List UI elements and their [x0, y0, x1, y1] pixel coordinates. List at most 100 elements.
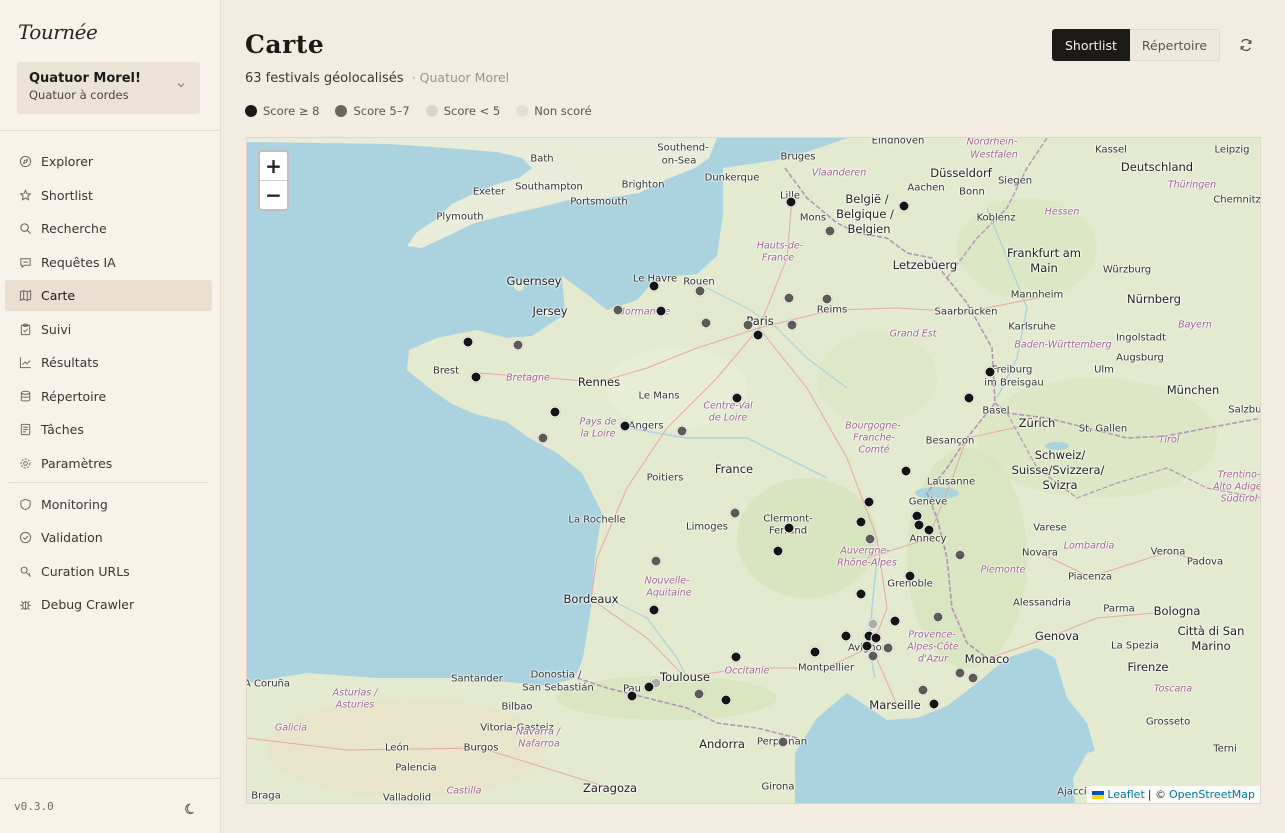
festival-marker[interactable] — [898, 200, 910, 212]
toggle-repertoire-button[interactable]: Répertoire — [1129, 29, 1221, 61]
festival-marker[interactable] — [786, 319, 798, 331]
festival-marker[interactable] — [917, 684, 929, 696]
festival-marker[interactable] — [700, 317, 712, 329]
check-circle-icon — [17, 530, 33, 546]
festival-marker[interactable] — [928, 698, 940, 710]
festival-marker[interactable] — [752, 329, 764, 341]
festival-map[interactable]: Bath Southend-on-Sea Bruges Eindhoven Kassel… — [246, 137, 1261, 804]
festival-marker[interactable] — [783, 292, 795, 304]
map-place-label: on-Sea — [661, 155, 697, 167]
sidebar-item-shortlist[interactable]: Shortlist — [5, 180, 212, 211]
festival-marker[interactable] — [537, 432, 549, 444]
ensemble-selector[interactable]: Quatuor Morel! Quatuor à cordes — [17, 62, 200, 114]
festival-marker[interactable] — [932, 611, 944, 623]
festival-marker[interactable] — [967, 672, 979, 684]
festival-marker[interactable] — [626, 690, 638, 702]
festival-marker[interactable] — [809, 646, 821, 658]
festival-marker[interactable] — [783, 522, 795, 534]
festival-marker[interactable] — [655, 305, 667, 317]
map-place-label: Deutschland — [1120, 160, 1194, 174]
festival-marker[interactable] — [512, 339, 524, 351]
festival-marker[interactable] — [882, 642, 894, 654]
map-place-label: Thüringen — [1167, 179, 1217, 191]
map-place-label: La Spezia — [1111, 640, 1159, 652]
map-place-label: Lausanne — [926, 476, 976, 488]
moon-icon[interactable] — [184, 801, 198, 815]
festival-marker[interactable] — [867, 650, 879, 662]
sidebar-item-monitoring[interactable]: Monitoring — [5, 489, 212, 520]
festival-marker[interactable] — [867, 618, 879, 630]
sidebar-item-recherche[interactable]: Recherche — [5, 213, 212, 244]
festival-marker[interactable] — [720, 694, 732, 706]
festival-marker[interactable] — [855, 516, 867, 528]
osm-link[interactable]: OpenStreetMap — [1169, 788, 1255, 801]
sidebar-item-repertoire[interactable]: Répertoire — [5, 381, 212, 412]
sidebar-item-requetes-ia[interactable]: Requêtes IA — [5, 247, 212, 278]
festival-marker[interactable] — [855, 588, 867, 600]
festival-marker[interactable] — [889, 615, 901, 627]
sidebar-item-parametres[interactable]: Paramètres — [5, 448, 212, 479]
sidebar-item-resultats[interactable]: Résultats — [5, 347, 212, 378]
sidebar-item-validation[interactable]: Validation — [5, 522, 212, 553]
toggle-shortlist-button[interactable]: Shortlist — [1052, 29, 1130, 61]
festival-marker[interactable] — [549, 406, 561, 418]
festival-marker[interactable] — [643, 681, 655, 693]
festival-marker[interactable] — [870, 632, 882, 644]
festival-marker[interactable] — [694, 285, 706, 297]
map-place-label: Piacenza — [1067, 571, 1113, 583]
sidebar-item-curation-urls[interactable]: Curation URLs — [5, 556, 212, 587]
map-place-label: Aquitaine — [646, 587, 692, 599]
leaflet-link[interactable]: Leaflet — [1107, 788, 1144, 801]
festival-marker[interactable] — [612, 304, 624, 316]
zoom-in-button[interactable]: + — [260, 152, 287, 180]
festival-marker[interactable] — [731, 392, 743, 404]
app-logo: Tournée — [18, 20, 98, 44]
legend-label: Score < 5 — [443, 104, 501, 118]
festival-marker[interactable] — [785, 196, 797, 208]
festival-marker[interactable] — [648, 604, 660, 616]
sidebar-item-carte[interactable]: Carte — [5, 280, 212, 311]
festival-marker[interactable] — [954, 549, 966, 561]
page-subtitle: 63 festivals géolocalisés · Quatuor More… — [245, 70, 509, 86]
festival-marker[interactable] — [984, 366, 996, 378]
festival-marker[interactable] — [676, 425, 688, 437]
festival-marker[interactable] — [777, 736, 789, 748]
festival-marker[interactable] — [904, 570, 916, 582]
festival-marker[interactable] — [619, 420, 631, 432]
festival-marker[interactable] — [923, 524, 935, 536]
map-place-label: Grand Est — [889, 328, 937, 340]
sidebar-item-debug-crawler[interactable]: Debug Crawler — [5, 589, 212, 620]
festival-marker[interactable] — [470, 371, 482, 383]
festival-marker[interactable] — [462, 336, 474, 348]
sidebar-item-suivi[interactable]: Suivi — [5, 314, 212, 345]
map-attribution: Leaflet | © OpenStreetMap — [1087, 786, 1260, 803]
sidebar-item-taches[interactable]: Tâches — [5, 414, 212, 445]
link-icon — [17, 563, 33, 579]
festival-marker[interactable] — [840, 630, 852, 642]
map-place-label: Provence- — [908, 629, 956, 641]
festival-marker[interactable] — [864, 533, 876, 545]
sidebar-item-label: Tâches — [41, 422, 84, 437]
festival-marker[interactable] — [824, 225, 836, 237]
festival-marker[interactable] — [963, 392, 975, 404]
map-place-label: Bilbao — [501, 701, 533, 713]
zoom-out-button[interactable]: − — [260, 180, 287, 208]
map-place-label: Genova — [1034, 629, 1080, 643]
festival-marker[interactable] — [730, 651, 742, 663]
map-place-label: Asturias / — [332, 687, 378, 699]
festival-marker[interactable] — [821, 293, 833, 305]
festival-marker[interactable] — [729, 507, 741, 519]
festival-marker[interactable] — [742, 319, 754, 331]
map-place-label: Chemnitz — [1213, 194, 1261, 206]
festival-marker[interactable] — [693, 688, 705, 700]
festival-marker[interactable] — [863, 496, 875, 508]
festival-marker[interactable] — [650, 555, 662, 567]
map-place-label: San Sebastián — [522, 682, 594, 694]
legend-label: Score 5–7 — [353, 104, 410, 118]
festival-marker[interactable] — [900, 465, 912, 477]
festival-marker[interactable] — [648, 280, 660, 292]
festival-marker[interactable] — [772, 545, 784, 557]
festival-marker[interactable] — [954, 667, 966, 679]
refresh-icon[interactable] — [1237, 36, 1255, 54]
sidebar-item-explorer[interactable]: Explorer — [5, 146, 212, 177]
